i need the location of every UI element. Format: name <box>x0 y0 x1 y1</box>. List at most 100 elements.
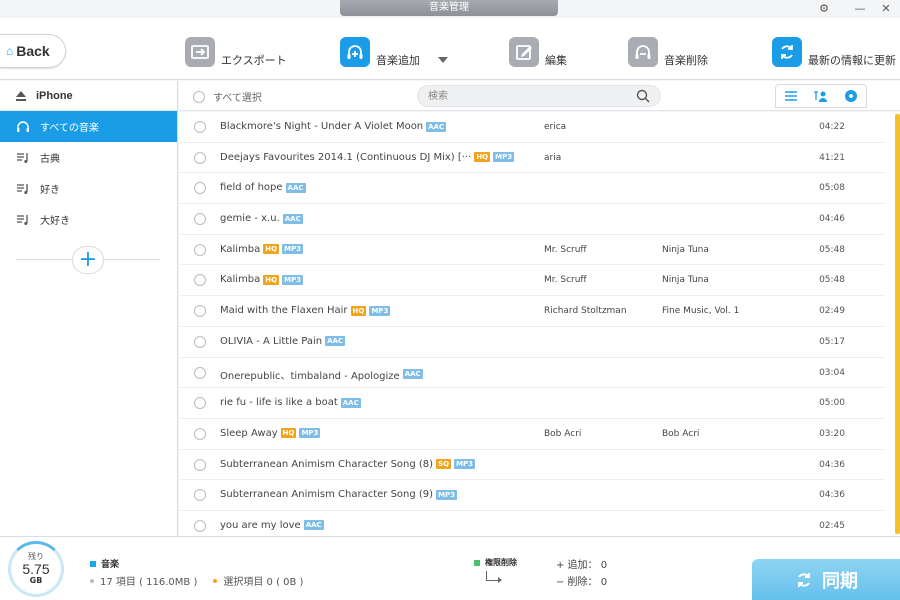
track-row[interactable]: Kalimba HQ MP3 Mr. Scruff Ninja Tuna 05:48 <box>179 265 885 297</box>
track-row[interactable]: rie fu - life is like a boat AAC 05:00 <box>179 388 885 419</box>
footer: 残り 5.75 GB 音楽 17 項目 ( 116.0MB ) 選択項目 0 (… <box>0 536 900 600</box>
select-all-checkbox[interactable] <box>193 90 205 103</box>
delete-music-button[interactable]: 音楽削除 <box>628 36 708 68</box>
track-album: Ninja Tuna <box>662 275 709 286</box>
sidebar-item-classic[interactable]: 古典 <box>0 142 177 173</box>
edit-button[interactable]: 編集 <box>509 36 567 68</box>
storage-gauge: 残り 5.75 GB <box>8 541 64 597</box>
track-title: Sleep Away <box>220 427 278 439</box>
playlist-icon <box>17 183 28 194</box>
storage-unit: GB <box>29 576 43 585</box>
track-checkbox[interactable] <box>194 274 206 287</box>
track-row[interactable]: you are my love AAC 02:45 <box>179 511 885 536</box>
track-title: Onerepublic、timbaland - Apologize <box>220 370 400 382</box>
list-view-icon[interactable] <box>783 89 799 103</box>
track-row[interactable]: Kalimba HQ MP3 Mr. Scruff Ninja Tuna 05:48 <box>179 235 885 266</box>
refresh-button[interactable]: 最新の情報に更新 <box>772 36 896 68</box>
format-badge: SQ <box>436 459 452 470</box>
track-checkbox[interactable] <box>194 151 206 164</box>
track-row[interactable]: Sleep Away HQ MP3 Bob Acri Bob Acri 03:20 <box>179 419 885 450</box>
add-music-button[interactable]: 音楽追加 <box>340 36 448 68</box>
playlist-icon <box>17 214 28 225</box>
items-count: 17 項目 ( 116.0MB ) <box>100 577 198 588</box>
add-playlist-button[interactable]: + <box>72 246 104 274</box>
format-badge: HQ <box>474 152 491 163</box>
sync-button[interactable]: 同期 <box>752 559 900 600</box>
search-box[interactable] <box>417 85 661 107</box>
track-duration: 05:17 <box>819 336 845 347</box>
format-badge: AAC <box>325 336 346 347</box>
track-row[interactable]: field of hope AAC 05:08 <box>179 173 885 205</box>
sidebar-item-all-music[interactable]: すべての音楽 <box>0 111 177 142</box>
home-icon: ⌂ <box>6 44 14 58</box>
track-row[interactable]: Blackmore's Night - Under A Violet Moon A… <box>179 112 885 143</box>
track-title-cell: you are my love AAC <box>220 520 324 531</box>
format-badge: MP3 <box>282 274 304 285</box>
items-dot <box>90 578 94 583</box>
track-checkbox[interactable] <box>194 366 206 379</box>
back-button[interactable]: ⌂ Back <box>0 34 66 68</box>
track-duration: 04:22 <box>819 122 845 132</box>
track-duration: 04:36 <box>819 459 845 470</box>
track-title: Subterranean Animism Character Song (9) <box>220 489 434 501</box>
track-checkbox[interactable] <box>194 213 206 226</box>
track-list: Blackmore's Night - Under A Violet Moon A… <box>179 112 885 536</box>
added-count: + 追加： 0 <box>556 560 608 571</box>
track-checkbox[interactable] <box>194 182 206 195</box>
track-title: rie fu - life is like a boat <box>220 397 338 409</box>
sidebar-item-like[interactable]: 好き <box>0 173 177 204</box>
music-color-square <box>90 560 96 567</box>
track-checkbox[interactable] <box>194 427 206 440</box>
track-duration: 04:46 <box>819 214 845 225</box>
track-title: Subterranean Animism Character Song (8) <box>220 458 434 470</box>
track-title: Kalimba <box>220 274 261 286</box>
track-title: Deejays Favourites 2014.1 (Continuous DJ… <box>220 151 472 163</box>
track-album: Ninja Tuna <box>662 244 709 255</box>
minimize-button[interactable]: — <box>852 2 868 16</box>
sidebar-item-favorite[interactable]: 大好き <box>0 204 177 235</box>
track-checkbox[interactable] <box>194 519 206 532</box>
list-header: すべて選択 <box>179 81 900 111</box>
device-item[interactable]: iPhone <box>0 81 177 111</box>
track-checkbox[interactable] <box>194 489 206 502</box>
artist-view-icon[interactable] <box>813 89 829 103</box>
format-badge: MP3 <box>454 459 476 470</box>
track-row[interactable]: Maid with the Flaxen Hair HQ MP3 Richard St… <box>179 296 885 327</box>
track-checkbox[interactable] <box>194 397 206 410</box>
track-artist: Bob Acri <box>544 428 582 439</box>
sidebar-item-label: 好き <box>40 185 60 196</box>
sidebar: iPhone すべての音楽 古典 好き 大好き + <box>0 81 178 536</box>
track-duration: 03:20 <box>819 428 845 439</box>
search-icon[interactable] <box>636 89 650 103</box>
track-checkbox[interactable] <box>194 305 206 318</box>
permission-legend: 権限削除 <box>474 557 517 568</box>
track-checkbox[interactable] <box>194 121 206 133</box>
select-all[interactable]: すべて選択 <box>193 89 262 104</box>
track-title-cell: Kalimba HQ MP3 <box>220 243 304 255</box>
format-badge: HQ <box>350 305 367 316</box>
track-row[interactable]: Deejays Favourites 2014.1 (Continuous DJ… <box>179 143 885 174</box>
track-row[interactable]: Onerepublic、timbaland - Apologize AAC 03:0… <box>179 358 885 389</box>
search-input[interactable] <box>428 86 628 106</box>
track-title-cell: Subterranean Animism Character Song (8) S… <box>220 458 476 470</box>
track-title-cell: Sleep Away HQ MP3 <box>220 427 321 439</box>
settings-icon[interactable]: ⚙ <box>816 2 832 16</box>
chevron-down-icon[interactable] <box>438 57 448 63</box>
close-button[interactable]: ✕ <box>878 2 894 16</box>
eject-icon[interactable] <box>16 90 26 101</box>
track-checkbox[interactable] <box>194 243 206 256</box>
track-row[interactable]: gemie - x.u. AAC 04:46 <box>179 204 885 235</box>
track-title: Kalimba <box>220 243 261 255</box>
track-row[interactable]: Subterranean Animism Character Song (9) M… <box>179 480 885 511</box>
track-row[interactable]: OLIVIA - A Little Pain AAC 05:17 <box>179 327 885 358</box>
track-checkbox[interactable] <box>194 458 206 471</box>
track-artist: erica <box>544 122 567 132</box>
track-title: Maid with the Flaxen Hair <box>220 305 348 317</box>
add-music-label: 音楽追加 <box>376 54 420 67</box>
track-duration: 05:08 <box>819 183 845 194</box>
export-button[interactable]: エクスポート <box>185 36 287 68</box>
album-view-icon[interactable] <box>843 89 859 103</box>
scrollbar-thumb[interactable] <box>895 114 900 534</box>
track-row[interactable]: Subterranean Animism Character Song (8) S… <box>179 450 885 481</box>
track-checkbox[interactable] <box>194 335 206 348</box>
